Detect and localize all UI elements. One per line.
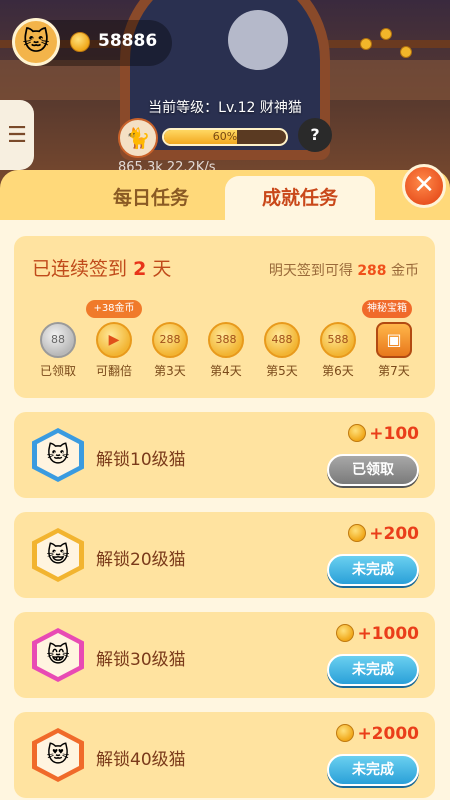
- signin-day-label: 已领取: [39, 364, 76, 378]
- achievement-card: 😻 解锁40级猫 +2000 未完成: [14, 712, 435, 798]
- signin-day-2[interactable]: +38金币 ▶ 可翻倍: [86, 296, 142, 386]
- hanging-coin-icon: [360, 38, 372, 50]
- close-button[interactable]: ✕: [402, 164, 446, 208]
- coin-icon: [348, 524, 367, 542]
- tomorrow-prefix: 明天签到可得: [268, 263, 353, 279]
- cat-gray-icon: 😺: [32, 528, 84, 582]
- achievement-title: 解锁10级猫: [96, 450, 186, 470]
- incomplete-button[interactable]: 未完成: [327, 654, 419, 686]
- signin-day-label: 可翻倍: [95, 364, 132, 378]
- tomorrow-reward: 明天签到可得 288 金币: [269, 260, 419, 280]
- signin-prefix: 已连续签到: [32, 258, 128, 280]
- incomplete-button[interactable]: 未完成: [327, 554, 419, 586]
- lucky-cat-icon: 🐈: [118, 118, 158, 158]
- level-progress-label: 60%: [212, 130, 238, 143]
- moon-icon: [228, 10, 288, 70]
- player-avatar[interactable]: 🐱: [12, 18, 60, 66]
- signin-day-label: 第6天: [322, 364, 354, 378]
- signin-day-label: 第4天: [210, 364, 242, 378]
- mystery-chest-badge: 神秘宝箱: [362, 300, 412, 318]
- incomplete-button[interactable]: 未完成: [327, 754, 419, 786]
- signin-coin-icon: 288: [152, 322, 188, 358]
- task-panel: 已连续签到 2 天 明天签到可得 288 金币 88 已领取 +38金币 ▶ 可翻倍 28…: [0, 220, 450, 800]
- achievement-title: 解锁40级猫: [96, 750, 186, 770]
- task-sheet: 每日任务 成就任务 ✕ 已连续签到 2 天 明天签到可得 288 金币 88 已领…: [0, 164, 450, 800]
- signin-day-5[interactable]: 488 第5天: [254, 296, 310, 386]
- signin-day-3[interactable]: 288 第3天: [142, 296, 198, 386]
- level-progress-bar: 60%: [162, 128, 288, 146]
- bonus-badge: +38金币: [86, 300, 142, 318]
- play-video-icon: ▶: [96, 322, 132, 358]
- achievement-title: 解锁30级猫: [96, 650, 186, 670]
- achievement-title: 解锁20级猫: [96, 550, 186, 570]
- menu-icon: ☰: [7, 122, 27, 148]
- signin-days: 2: [133, 258, 147, 280]
- coin-icon: [336, 724, 355, 742]
- signin-day-label: 第7天: [378, 364, 410, 378]
- tab-daily-tasks[interactable]: 每日任务: [76, 176, 226, 220]
- signin-suffix: 天: [152, 258, 172, 280]
- tomorrow-suffix: 金币: [391, 263, 419, 279]
- signin-day-4[interactable]: 388 第4天: [198, 296, 254, 386]
- reward-amount: +100: [369, 424, 419, 444]
- hanging-coin-icon: [380, 28, 392, 40]
- cat-fortune-icon: 😻: [32, 728, 84, 782]
- coin-icon: [348, 424, 367, 442]
- achievement-reward: +2000: [336, 724, 419, 744]
- signin-day-7[interactable]: 神秘宝箱 ▣ 第7天: [362, 296, 422, 386]
- signin-card: 已连续签到 2 天 明天签到可得 288 金币 88 已领取 +38金币 ▶ 可翻倍 28…: [14, 236, 435, 398]
- cat-lucky-icon: 🐱: [32, 428, 84, 482]
- signin-day-label: 第5天: [266, 364, 298, 378]
- achievement-card: 😸 解锁30级猫 +1000 未完成: [14, 612, 435, 698]
- tab-achievement-tasks[interactable]: 成就任务: [225, 176, 375, 220]
- reward-amount: +1000: [357, 624, 419, 644]
- close-icon: ✕: [413, 170, 435, 200]
- signin-coin-icon: 388: [208, 322, 244, 358]
- reward-amount: +200: [369, 524, 419, 544]
- wood-beam: [320, 40, 450, 48]
- achievement-reward: +1000: [336, 624, 419, 644]
- current-level-text: 当前等级：Lv.12 财神猫: [148, 100, 302, 116]
- task-tab-bar: 每日任务 成就任务 ✕: [0, 164, 450, 220]
- hanging-coin-icon: [400, 46, 412, 58]
- coin-icon: [336, 624, 355, 642]
- claimed-button[interactable]: 已领取: [327, 454, 419, 486]
- treasure-chest-icon: ▣: [376, 322, 412, 358]
- signin-day-1[interactable]: 88 已领取: [30, 296, 86, 386]
- next-cat-silhouette-icon: ?: [298, 118, 332, 152]
- achievement-card: 😺 解锁20级猫 +200 未完成: [14, 512, 435, 598]
- cat-bride-icon: 😸: [32, 628, 84, 682]
- reward-amount: +2000: [357, 724, 419, 744]
- achievement-reward: +100: [348, 424, 419, 444]
- signin-coin-icon: 88: [40, 322, 76, 358]
- coin-balance: 58886: [98, 31, 158, 51]
- coin-icon: [70, 32, 90, 52]
- signin-day-6[interactable]: 588 第6天: [310, 296, 366, 386]
- signin-coin-icon: 488: [264, 322, 300, 358]
- side-menu-button[interactable]: ☰: [0, 100, 34, 170]
- tomorrow-amount: 288: [357, 263, 387, 279]
- achievement-card: 🐱 解锁10级猫 +100 已领取: [14, 412, 435, 498]
- signin-day-row: 88 已领取 +38金币 ▶ 可翻倍 288 第3天 388 第4天 488 第5天 588 第6天 神秘…: [14, 296, 435, 386]
- achievement-reward: +200: [348, 524, 419, 544]
- signin-streak: 已连续签到 2 天: [32, 254, 171, 281]
- signin-coin-icon: 588: [320, 322, 356, 358]
- signin-day-label: 第3天: [154, 364, 186, 378]
